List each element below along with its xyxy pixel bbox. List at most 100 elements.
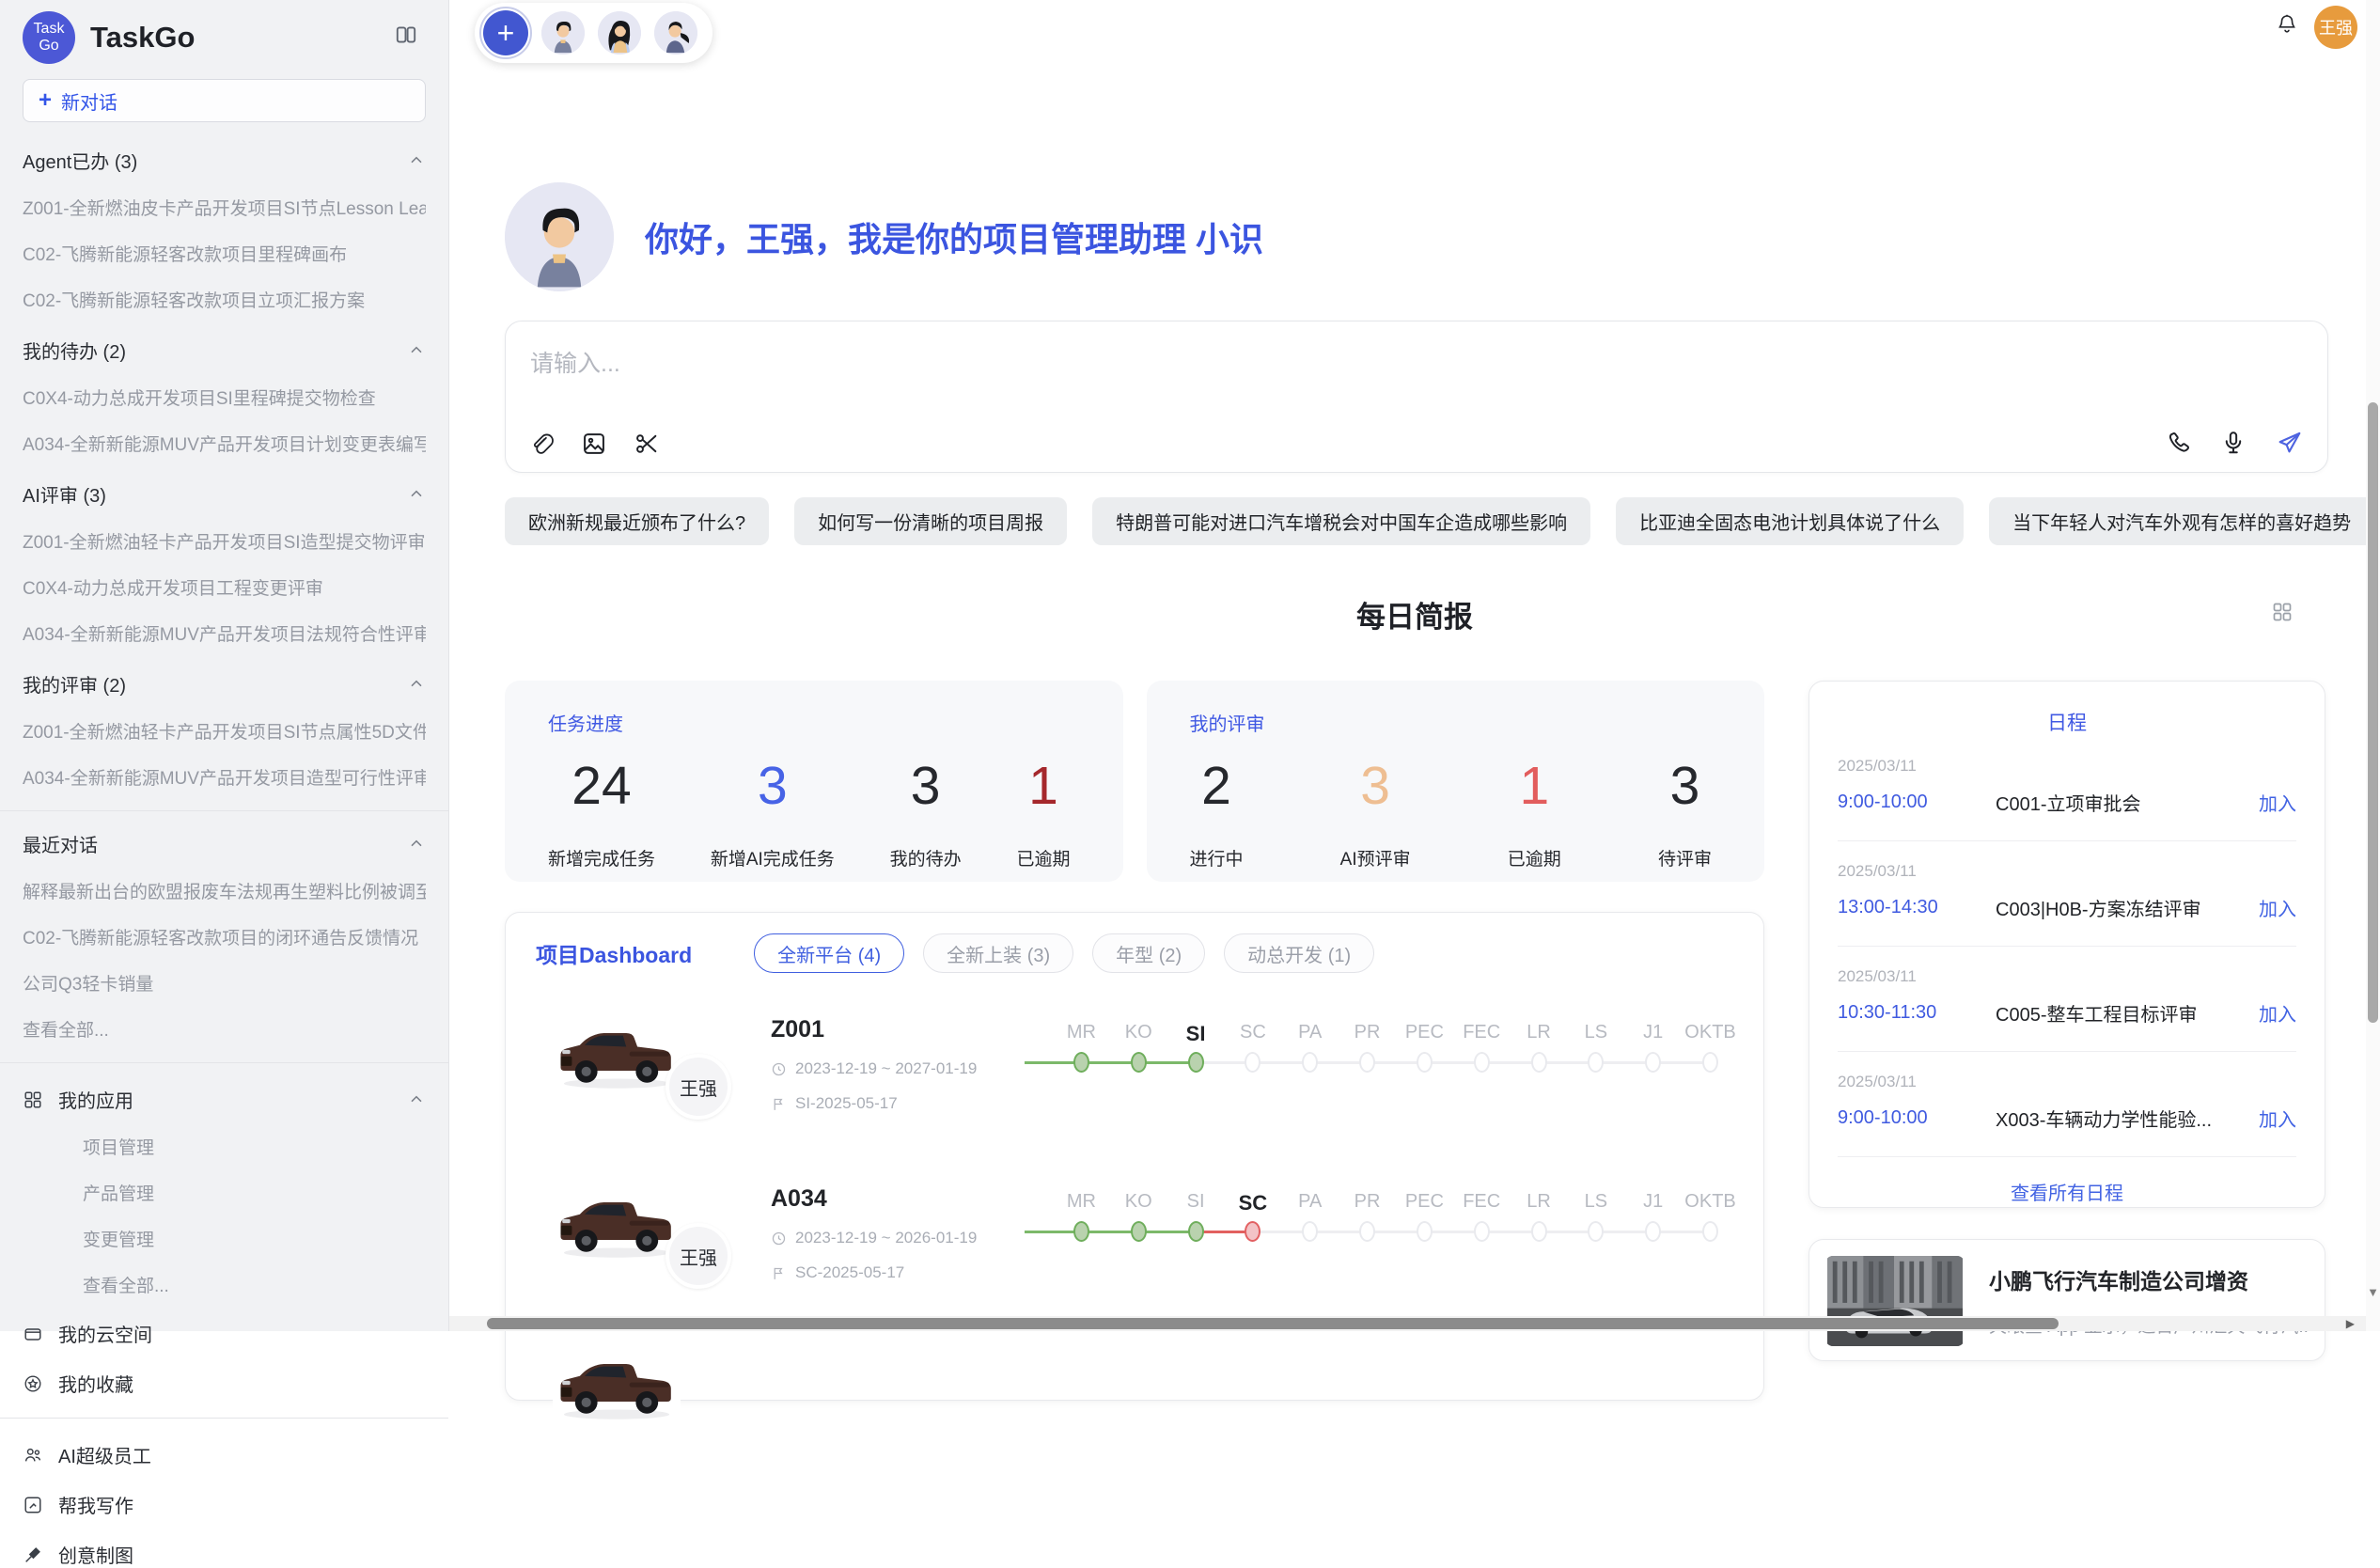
milestone-label: PA [1298,1191,1322,1221]
sidebar-item-my-apps[interactable]: 我的应用 [23,1086,426,1113]
add-session-button[interactable]: + [483,10,528,55]
sidebar-item[interactable]: A034-全新新能源MUV产品开发项目计划变更表编写 [23,431,426,456]
milestone-label: OKTB [1684,1191,1735,1221]
suggestion-chips: 欧洲新规最近颁布了什么? 如何写一份清晰的项目周报 特朗普可能对进口汽车增税会对… [505,497,2281,545]
section-ai-review[interactable]: AI评审 (3) [23,480,426,508]
app-item-product-mgmt[interactable]: 产品管理 [83,1180,426,1205]
suggestion-chip[interactable]: 特朗普可能对进口汽车增税会对中国车企造成哪些影响 [1092,497,1590,545]
view-all-schedule-link[interactable]: 查看所有日程 [1838,1157,2296,1205]
milestone-dot [1245,1221,1260,1242]
project-row-partial[interactable] [536,1336,1739,1364]
sidebar-item[interactable]: A034-全新新能源MUV产品开发项目法规符合性评审 [23,620,426,646]
join-meeting-link[interactable]: 加入 [2259,894,2296,921]
milestone-dot [1645,1052,1661,1073]
sidebar-item[interactable]: Z001-全新燃油轻卡产品开发项目SI造型提交物评审 [23,528,426,554]
section-my-review[interactable]: 我的评审 (2) [23,670,426,698]
send-icon[interactable] [2275,429,2303,457]
news-card[interactable]: 小鹏飞行汽车制造公司增资 天眼查 App 显示，近日广州汇天飞行汽... [1808,1239,2325,1361]
project-row-a034[interactable]: 王强 A034 2023-12-19 ~ 2026-01-19 SC-2025-… [536,1174,1739,1311]
section-my-todo[interactable]: 我的待办 (2) [23,337,426,364]
milestone-pa: PA [1281,1191,1339,1244]
sidebar-item-cloud-space[interactable]: 我的云空间 [23,1320,426,1347]
project-vehicle-image [553,1336,681,1435]
new-chat-button[interactable]: + 新对话 [23,79,426,122]
section-recent-chats[interactable]: 最近对话 [23,830,426,857]
section-agent-done[interactable]: Agent已办 (3) [23,147,426,174]
scroll-right-arrow-icon[interactable]: ▶ [2346,1317,2355,1330]
join-meeting-link[interactable]: 加入 [2259,789,2296,816]
suggestion-chip[interactable]: 如何写一份清晰的项目周报 [794,497,1067,545]
join-meeting-link[interactable]: 加入 [2259,1105,2296,1132]
microphone-icon[interactable] [2220,430,2247,456]
sidebar-item[interactable]: C02-飞腾新能源轻客改款项目里程碑画布 [23,241,426,266]
image-upload-icon[interactable] [581,431,607,457]
sidebar-item[interactable]: C02-飞腾新能源轻客改款项目立项汇报方案 [23,287,426,312]
chevron-up-icon[interactable] [407,675,426,694]
ai-employee-icon [23,1445,43,1466]
milestone-pec: PEC [1396,1022,1453,1074]
app-item-change-mgmt[interactable]: 变更管理 [83,1226,426,1251]
sidebar-item[interactable]: Z001-全新燃油轻卡产品开发项目SI节点属性5D文件评审 [23,718,426,744]
milestone-ls: LS [1567,1022,1624,1074]
greeting-block: 你好，王强，我是你的项目管理助理 小识 [505,182,1263,291]
schedule-name: X003-车辆动力学性能验... [1996,1105,2247,1132]
milestone-connector [1481,1231,1539,1233]
tab-new-platform[interactable]: 全新平台 (4) [754,933,904,973]
suggestion-chip[interactable]: 当下年轻人对汽车外观有怎样的喜好趋势 [1989,497,2374,545]
milestone-dot [1474,1052,1490,1073]
sidebar-item-help-write[interactable]: 帮我写作 [23,1491,426,1518]
milestone-dot [1073,1221,1089,1242]
task-progress-card: 任务进度 24 新增完成任务 3 新增AI完成任务 3 我的待办 1 已逾期 [505,681,1123,882]
dashboard-title: 项目Dashboard [536,937,692,969]
tab-powertrain[interactable]: 动总开发 (1) [1224,933,1374,973]
scissors-icon[interactable] [634,431,660,457]
app-item-project-mgmt[interactable]: 项目管理 [83,1134,426,1159]
milestone-j1: J1 [1624,1022,1682,1074]
sidebar-item[interactable]: Z001-全新燃油皮卡产品开发项目SI节点Lesson Learn报告 [23,195,426,220]
chevron-up-icon[interactable] [407,835,426,854]
milestone-pa: PA [1281,1022,1339,1074]
sidebar-item-ai-employee[interactable]: AI超级员工 [23,1441,426,1468]
stat-ai-prereview: 3 AI预评审 [1340,755,1411,870]
sidebar-collapse-icon[interactable] [394,23,418,47]
horizontal-scrollbar-thumb[interactable] [487,1318,2059,1329]
chevron-up-icon[interactable] [407,1090,426,1109]
phone-call-icon[interactable] [2166,430,2192,456]
chevron-up-icon[interactable] [407,341,426,360]
attachment-icon[interactable] [528,431,555,457]
join-meeting-link[interactable]: 加入 [2259,999,2296,1027]
sidebar-header: Task Go TaskGo [23,11,426,64]
milestone-label: PEC [1405,1022,1444,1052]
tab-model-year[interactable]: 年型 (2) [1092,933,1205,973]
scroll-down-arrow-icon[interactable]: ▼ [2366,1285,2380,1299]
sidebar-item[interactable]: C0X4-动力总成开发项目SI里程碑提交物检查 [23,384,426,410]
agent-avatar-3[interactable] [654,11,697,55]
tab-new-body[interactable]: 全新上装 (3) [923,933,1073,973]
sidebar-item[interactable]: C0X4-动力总成开发项目工程变更评审 [23,574,426,600]
project-row-z001[interactable]: 王强 Z001 2023-12-19 ~ 2027-01-19 SI-2025-… [536,1005,1739,1142]
view-all-chats-link[interactable]: 查看全部... [23,1016,426,1042]
chevron-up-icon[interactable] [407,151,426,170]
agent-avatar-2[interactable] [598,11,641,55]
chat-input-box[interactable]: 请输入... [505,321,2328,473]
sidebar-item[interactable]: A034-全新新能源MUV产品开发项目造型可行性评审 [23,764,426,790]
sidebar-item-creative-draw[interactable]: 创意制图 [23,1541,426,1568]
vertical-scrollbar-thumb[interactable] [2368,402,2378,1023]
sidebar-item-favorites[interactable]: 我的收藏 [23,1370,426,1397]
recent-chat-item[interactable]: 解释最新出台的欧盟报废车法规再生塑料比例被调至15%... [23,878,426,903]
suggestion-chip[interactable]: 比亚迪全固态电池计划具体说了什么 [1616,497,1964,545]
project-name: Z001 [771,1016,1043,1043]
vertical-scrollbar[interactable]: ▼ [2366,0,2380,1331]
suggestion-chip[interactable]: 欧洲新规最近颁布了什么? [505,497,769,545]
notification-bell-icon[interactable] [2276,12,2298,35]
user-avatar[interactable]: 王强 [2314,6,2357,49]
layout-grid-icon[interactable] [2271,601,2294,623]
recent-chat-item[interactable]: 公司Q3轻卡销量 [23,970,426,996]
chevron-up-icon[interactable] [407,485,426,504]
recent-chat-item[interactable]: C02-飞腾新能源轻客改款项目的闭环通告反馈情况 [23,924,426,949]
horizontal-scrollbar[interactable]: ▶ [449,1316,2366,1331]
milestone-label: LS [1585,1191,1607,1221]
agent-avatar-1[interactable] [541,11,585,55]
milestone-label: FEC [1463,1191,1500,1221]
view-all-apps-link[interactable]: 查看全部... [83,1272,426,1297]
